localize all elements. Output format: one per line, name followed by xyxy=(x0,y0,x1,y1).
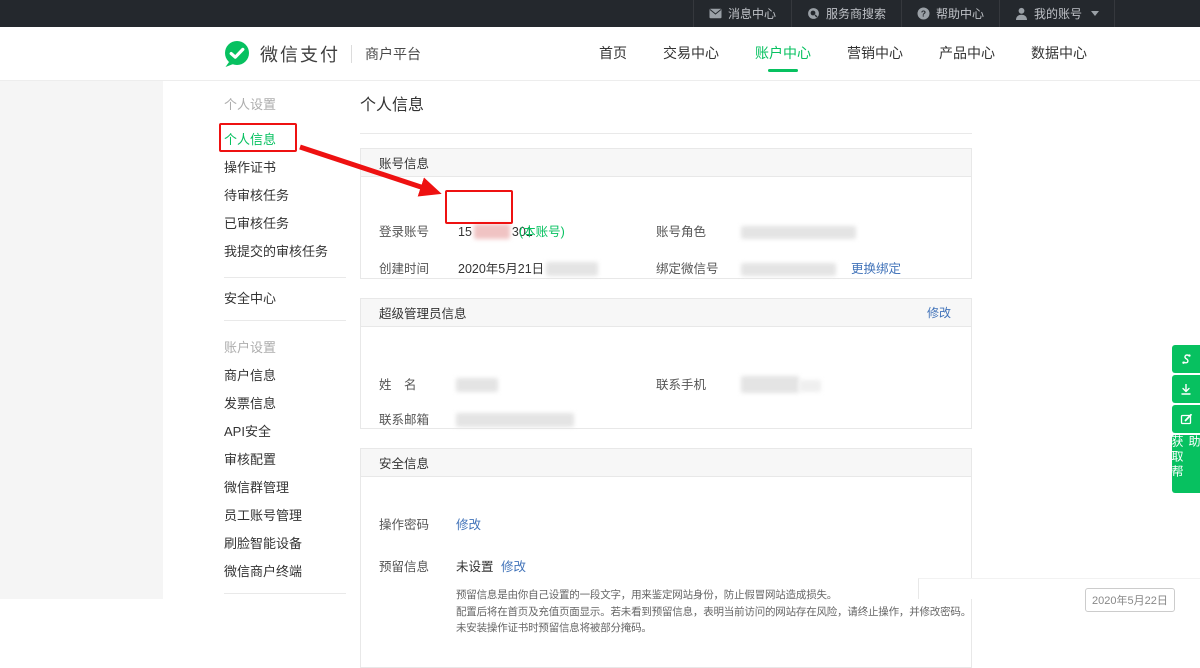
reserved-info-status: 未设置 xyxy=(456,559,494,575)
nav-product-center[interactable]: 产品中心 xyxy=(927,27,1007,81)
section-title: 超级管理员信息 xyxy=(379,303,467,322)
get-help-button[interactable]: 获取帮助 xyxy=(1172,435,1200,493)
left-gray-strip xyxy=(0,81,163,599)
svg-text:?: ? xyxy=(921,8,926,18)
redacted-phone-middle xyxy=(474,224,510,239)
logo-divider xyxy=(351,45,352,63)
feedback-button[interactable] xyxy=(1172,405,1200,433)
sidebar-divider xyxy=(224,593,346,594)
description-line: 未安装操作证书时预留信息将被部分掩码。 xyxy=(456,620,971,637)
created-time-value: 2020年5月21日 xyxy=(458,261,598,277)
contact-button[interactable] xyxy=(1172,345,1200,373)
sidebar-item-staff-account-management[interactable]: 员工账号管理 xyxy=(224,500,347,528)
user-icon xyxy=(1015,7,1028,20)
sidebar: 个人设置 个人信息 操作证书 待审核任务 已审核任务 我提交的审核任务 安全中心… xyxy=(163,81,347,594)
redacted-created-time xyxy=(546,262,598,276)
portal-name: 商户平台 xyxy=(365,44,421,64)
nav-home[interactable]: 首页 xyxy=(587,27,639,81)
feedback-icon xyxy=(1179,412,1193,426)
sidebar-item-personal-info[interactable]: 个人信息 xyxy=(224,124,347,152)
login-account-label: 登录账号 xyxy=(379,224,429,240)
download-icon xyxy=(1179,382,1193,396)
content-area: 个人设置 个人信息 操作证书 待审核任务 已审核任务 我提交的审核任务 安全中心… xyxy=(0,81,1200,599)
current-account-note: (本账号) xyxy=(519,224,565,240)
mail-icon xyxy=(709,8,722,19)
operation-password-label: 操作密码 xyxy=(379,517,429,533)
wechat-pay-logo-icon xyxy=(223,40,251,68)
admin-modify-link[interactable]: 修改 xyxy=(927,304,951,321)
contact-icon xyxy=(1179,352,1193,366)
nav-data-center[interactable]: 数据中心 xyxy=(1019,27,1099,81)
security-info-section: 安全信息 操作密码 修改 预留信息 未设置 修改 预留信息是由你自己设置的一段文… xyxy=(360,448,972,668)
chevron-down-icon xyxy=(1091,11,1099,16)
topbar-item-label: 帮助中心 xyxy=(936,5,984,22)
security-info-header: 安全信息 xyxy=(361,449,971,477)
redacted-contact-phone xyxy=(741,376,799,393)
sidebar-header-account-settings: 账户设置 xyxy=(224,332,347,360)
download-button[interactable] xyxy=(1172,375,1200,403)
reserved-info-label: 预留信息 xyxy=(379,559,429,575)
reserved-info-description: 预留信息是由你自己设置的一段文字，用来鉴定网站身份，防止假冒网站造成损失。 配置… xyxy=(456,587,971,637)
contact-email-label: 联系邮箱 xyxy=(379,412,429,428)
admin-name-label: 姓 名 xyxy=(379,377,417,393)
created-time-label: 创建时间 xyxy=(379,261,429,277)
topbar-menu: 消息中心 服务商搜索 ? 帮助中心 我的账号 xyxy=(693,0,1115,27)
reserved-info-modify-link[interactable]: 修改 xyxy=(501,559,526,575)
sidebar-item-wechat-merchant-terminal[interactable]: 微信商户终端 xyxy=(224,556,347,584)
logo-text: 微信支付 xyxy=(260,41,340,67)
help-icon: ? xyxy=(917,7,930,20)
header: 微信支付 商户平台 首页 交易中心 账户中心 营销中心 产品中心 数据中心 xyxy=(0,27,1200,81)
nav-account-center[interactable]: 账户中心 xyxy=(743,27,823,81)
sidebar-divider xyxy=(224,320,346,321)
description-line: 配置后将在首页及充值页面显示。若未看到预留信息，表明当前访问的网站存在风险，请终… xyxy=(456,604,971,621)
sidebar-item-merchant-info[interactable]: 商户信息 xyxy=(224,360,347,388)
sidebar-item-review-config[interactable]: 审核配置 xyxy=(224,444,347,472)
topbar-item-label: 服务商搜索 xyxy=(826,5,886,22)
redacted-admin-name xyxy=(456,378,498,392)
topbar-item-my-account[interactable]: 我的账号 xyxy=(999,0,1115,27)
topbar-item-help-center[interactable]: ? 帮助中心 xyxy=(901,0,999,27)
section-title: 安全信息 xyxy=(379,453,429,472)
redacted-contact-email xyxy=(456,413,574,427)
page-title: 个人信息 xyxy=(360,91,424,115)
sidebar-item-pending-review-tasks[interactable]: 待审核任务 xyxy=(224,180,347,208)
redacted-wechat-id xyxy=(741,263,836,276)
super-admin-header: 超级管理员信息 修改 xyxy=(361,299,971,327)
description-line: 预留信息是由你自己设置的一段文字，用来鉴定网站身份，防止假冒网站造成损失。 xyxy=(456,587,971,604)
nav-marketing-center[interactable]: 营销中心 xyxy=(835,27,915,81)
sidebar-item-face-smart-device[interactable]: 刷脸智能设备 xyxy=(224,528,347,556)
sidebar-divider xyxy=(224,277,346,278)
topbar-item-provider-search[interactable]: 服务商搜索 xyxy=(791,0,901,27)
wechat-pay-logo[interactable]: 微信支付 商户平台 xyxy=(223,40,421,68)
date-tooltip: 2020年5月22日 xyxy=(1085,588,1175,612)
contact-phone-label: 联系手机 xyxy=(656,377,706,393)
sidebar-item-my-submitted-review-tasks[interactable]: 我提交的审核任务 xyxy=(224,236,347,264)
main-nav: 首页 交易中心 账户中心 营销中心 产品中心 数据中心 xyxy=(581,27,1105,81)
topbar-item-label: 我的账号 xyxy=(1034,5,1082,22)
topbar: 消息中心 服务商搜索 ? 帮助中心 我的账号 xyxy=(0,0,1200,27)
sidebar-header-personal-settings: 个人设置 xyxy=(224,89,347,117)
account-info-header: 账号信息 xyxy=(361,149,971,177)
bound-wechat-label: 绑定微信号 xyxy=(656,261,719,277)
sidebar-item-security-center[interactable]: 安全中心 xyxy=(224,283,347,311)
nav-transaction-center[interactable]: 交易中心 xyxy=(651,27,731,81)
sidebar-item-reviewed-tasks[interactable]: 已审核任务 xyxy=(224,208,347,236)
section-title: 账号信息 xyxy=(379,153,429,172)
topbar-item-label: 消息中心 xyxy=(728,5,776,22)
sidebar-item-api-security[interactable]: API安全 xyxy=(224,416,347,444)
redacted-contact-phone-tail xyxy=(799,380,821,392)
title-divider xyxy=(360,133,972,134)
super-admin-section: 超级管理员信息 修改 姓 名 联系手机 联系邮箱 xyxy=(360,298,972,429)
sidebar-item-invoice-info[interactable]: 发票信息 xyxy=(224,388,347,416)
topbar-item-message-center[interactable]: 消息中心 xyxy=(693,0,791,27)
sidebar-item-operation-certificate[interactable]: 操作证书 xyxy=(224,152,347,180)
search-icon xyxy=(807,7,820,20)
redacted-account-role xyxy=(741,226,856,239)
sidebar-item-wechat-group-management[interactable]: 微信群管理 xyxy=(224,472,347,500)
rebind-link[interactable]: 更换绑定 xyxy=(851,261,901,277)
account-info-section: 账号信息 登录账号 15301 (本账号) 账号角色 创建时间 2020年5月2… xyxy=(360,148,972,279)
account-role-label: 账号角色 xyxy=(656,224,706,240)
operation-password-modify-link[interactable]: 修改 xyxy=(456,517,481,533)
floating-help-toolbar: 获取帮助 xyxy=(1172,345,1200,493)
